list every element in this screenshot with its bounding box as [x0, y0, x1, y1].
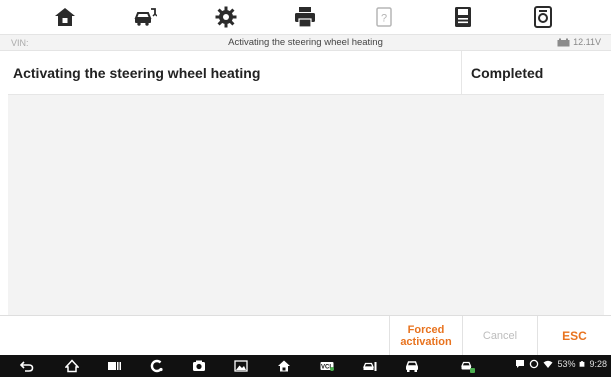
sync-icon [530, 359, 539, 369]
function-name-cell: Activating the steering wheel heating [13, 65, 261, 81]
battery-voltage: 12.11V [557, 37, 601, 47]
system-tray: 53% 9:28 [515, 359, 607, 369]
forced-activation-line1: Forced [407, 323, 445, 336]
remote-desk-icon[interactable] [150, 359, 164, 373]
top-toolbar: ? [0, 0, 611, 34]
svg-text:?: ? [381, 13, 387, 25]
result-table: Activating the steering wheel heating Co… [8, 51, 604, 315]
battery-percent: 53% [557, 359, 576, 369]
page-title: Activating the steering wheel heating [228, 37, 383, 48]
home-nav-icon[interactable] [65, 359, 79, 373]
back-icon[interactable] [20, 359, 34, 373]
message-icon [516, 360, 525, 368]
column-divider [461, 51, 462, 95]
esc-button[interactable]: ESC [537, 316, 611, 355]
vci-icon[interactable]: VCI [320, 359, 334, 373]
vehicle-swap-icon[interactable] [133, 5, 157, 29]
battery-icon [580, 361, 585, 367]
settings-gear-icon[interactable] [214, 5, 238, 29]
help-icon[interactable]: ? [372, 5, 396, 29]
home-icon[interactable] [53, 5, 77, 29]
system-navigation-bar: VCI 53% 9:28 [0, 355, 611, 377]
gallery-icon[interactable] [234, 359, 248, 373]
car-service-icon[interactable] [363, 359, 377, 373]
forced-activation-button[interactable]: Forced activation [389, 316, 462, 355]
forced-activation-line2: activation [400, 335, 452, 348]
print-icon[interactable] [293, 5, 317, 29]
wifi-icon [543, 360, 553, 368]
vehicle-status-bar: VIN: Activating the steering wheel heati… [0, 34, 611, 51]
action-bar: Forced activation Cancel ESC [0, 315, 611, 355]
function-status-cell: Completed [471, 65, 544, 81]
save-icon[interactable] [451, 5, 475, 29]
home-app-icon[interactable] [277, 359, 291, 373]
cancel-button[interactable]: Cancel [462, 316, 537, 355]
car-battery-icon [557, 38, 570, 46]
table-row: Activating the steering wheel heating Co… [8, 51, 604, 95]
voltage-value: 12.11V [573, 37, 601, 47]
clock: 9:28 [589, 359, 607, 369]
vehicle-connection-icon[interactable] [461, 359, 475, 373]
screenshot-icon[interactable] [531, 5, 555, 29]
camera-icon[interactable] [192, 359, 206, 373]
recent-apps-icon[interactable] [107, 359, 121, 373]
svg-text:VCI: VCI [321, 365, 331, 371]
car-diagnostics-icon[interactable] [405, 359, 419, 373]
